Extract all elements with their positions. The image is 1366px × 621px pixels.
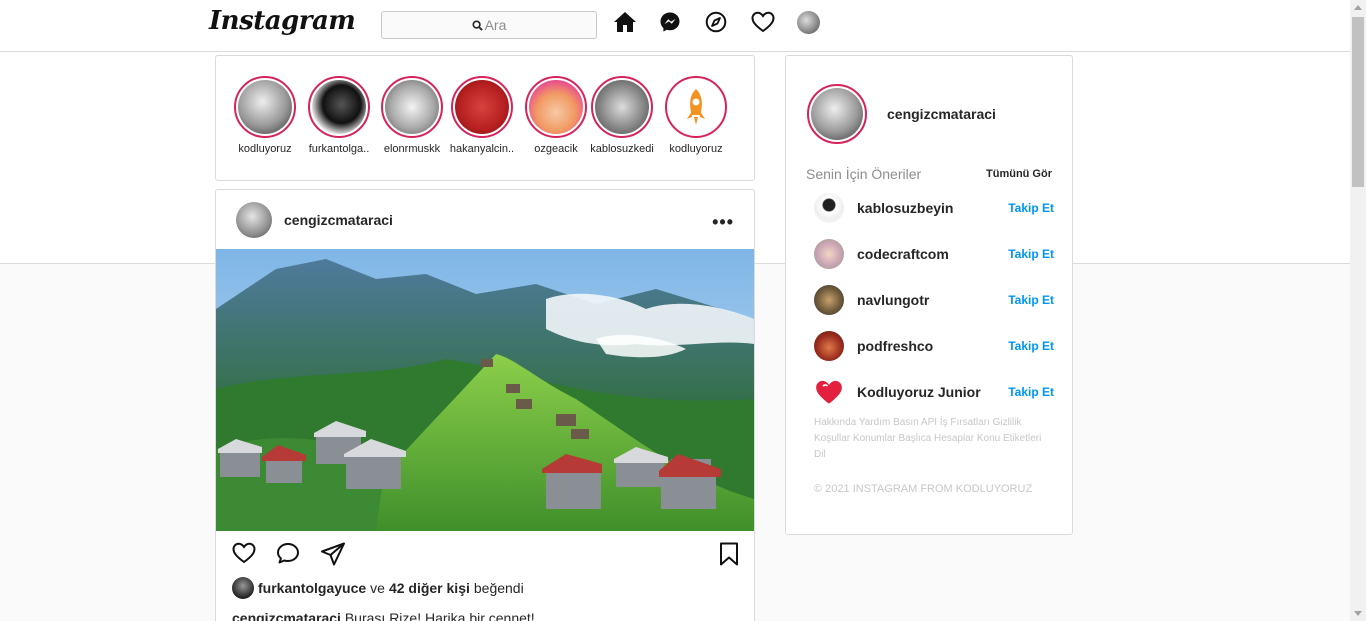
messenger-icon[interactable] (659, 10, 705, 34)
search-placeholder: Ara (484, 17, 507, 33)
story-avatar (455, 80, 509, 134)
story-username: kodluyoruz (238, 143, 292, 155)
explore-compass-icon[interactable] (705, 10, 751, 34)
stories-tray: kodluyoruz furkantolga.. elonrmuskk haka… (215, 55, 755, 181)
home-icon[interactable] (613, 10, 659, 34)
footer-links[interactable]: Hakkında Yardım Basın API İş Fırsatları … (814, 415, 1046, 463)
post-author-avatar[interactable] (236, 202, 272, 238)
story-avatar (238, 80, 292, 134)
suggestion-avatar[interactable] (814, 239, 844, 269)
suggestion-avatar[interactable] (814, 377, 844, 407)
story-avatar (312, 80, 366, 134)
sidebar: cengizcmataraci Senin İçin Öneriler Tümü… (785, 55, 1073, 535)
story-username: ozgeacik (534, 143, 578, 155)
feed-post: cengizcmataraci ••• furkantolgayuce ve 4… (215, 189, 755, 621)
scrollbar-thumb[interactable] (1352, 17, 1364, 187)
story-avatar (595, 80, 649, 134)
see-all-link[interactable]: Tümünü Gör (986, 168, 1052, 180)
story-item[interactable]: furkantolga.. (304, 76, 374, 155)
likes-summary: furkantolgayuce ve 42 diğer kişi beğendi (232, 577, 524, 599)
likes-suffix: beğendi (473, 580, 524, 596)
suggestion-avatar[interactable] (814, 193, 844, 223)
search-icon (472, 19, 483, 31)
likes-connector: ve (370, 580, 385, 596)
copyright: © 2021 INSTAGRAM FROM KODLUYORUZ (814, 483, 1033, 495)
follow-button[interactable]: Takip Et (1008, 247, 1054, 261)
story-item[interactable]: kodluyoruz (661, 76, 731, 155)
heart-logo-icon (816, 380, 842, 404)
story-avatar (669, 80, 723, 134)
more-options-icon[interactable]: ••• (712, 212, 734, 233)
follow-button[interactable]: Takip Et (1008, 385, 1054, 399)
story-item[interactable]: kodluyoruz (230, 76, 300, 155)
share-send-icon[interactable] (320, 542, 346, 571)
suggestion-username[interactable]: navlungotr (857, 292, 1008, 308)
suggestion-avatar[interactable] (814, 331, 844, 361)
suggestion-item: codecraftcom Takip Et (814, 239, 1054, 269)
caption-text: Burası Rize! Harika bir cennet! (344, 610, 535, 621)
top-nav: Instagram Ara (0, 0, 1350, 52)
liker-avatar (232, 577, 254, 599)
suggestion-item: navlungotr Takip Et (814, 285, 1054, 315)
story-username: elonrmuskk (383, 143, 441, 155)
post-image[interactable] (216, 249, 754, 531)
scroll-up-arrow-icon[interactable] (1354, 5, 1362, 10)
suggestion-username[interactable]: codecraftcom (857, 246, 1008, 262)
comment-icon[interactable] (276, 542, 300, 569)
suggestion-username[interactable]: podfreshco (857, 338, 1008, 354)
rocket-icon (687, 89, 705, 125)
instagram-logo[interactable]: Instagram (209, 6, 356, 36)
story-username: hakanyalcin.. (449, 143, 515, 155)
current-user-avatar[interactable] (807, 84, 867, 144)
follow-button[interactable]: Takip Et (1008, 293, 1054, 307)
suggestion-username[interactable]: kablosuzbeyin (857, 200, 1008, 216)
profile-avatar[interactable] (797, 10, 843, 34)
suggestion-item: Kodluyoruz Junior Takip Et (814, 377, 1054, 407)
suggestion-avatar[interactable] (814, 285, 844, 315)
follow-button[interactable]: Takip Et (1008, 339, 1054, 353)
story-item[interactable]: ozgeacik (521, 76, 591, 155)
follow-button[interactable]: Takip Et (1008, 201, 1054, 215)
like-heart-icon[interactable] (232, 542, 256, 569)
likes-others-count[interactable]: 42 diğer kişi (389, 580, 470, 596)
suggestion-item: podfreshco Takip Et (814, 331, 1054, 361)
activity-heart-icon[interactable] (751, 10, 797, 34)
search-input[interactable]: Ara (381, 11, 597, 39)
story-avatar (529, 80, 583, 134)
story-item[interactable]: hakanyalcin.. (447, 76, 517, 155)
liker-username[interactable]: furkantolgayuce (258, 580, 366, 596)
story-avatar (385, 80, 439, 134)
suggestions-title: Senin İçin Öneriler (806, 166, 922, 182)
story-username: kodluyoruz (669, 143, 723, 155)
suggestion-item: kablosuzbeyin Takip Et (814, 193, 1054, 223)
page-scrollbar[interactable] (1350, 0, 1366, 621)
current-user-username[interactable]: cengizcmataraci (887, 106, 996, 122)
story-username: furkantolga.. (308, 143, 370, 155)
story-item[interactable]: kablosuzkedi (587, 76, 657, 155)
story-item[interactable]: elonrmuskk (377, 76, 447, 155)
caption-username[interactable]: cengizcmataraci (232, 610, 341, 621)
post-caption: cengizcmataraci Burası Rize! Harika bir … (232, 610, 535, 621)
save-bookmark-icon[interactable] (719, 542, 739, 571)
scroll-down-arrow-icon[interactable] (1354, 611, 1362, 616)
suggestion-username[interactable]: Kodluyoruz Junior (857, 384, 1008, 400)
post-author-username[interactable]: cengizcmataraci (284, 212, 393, 228)
story-username: kablosuzkedi (590, 143, 654, 155)
